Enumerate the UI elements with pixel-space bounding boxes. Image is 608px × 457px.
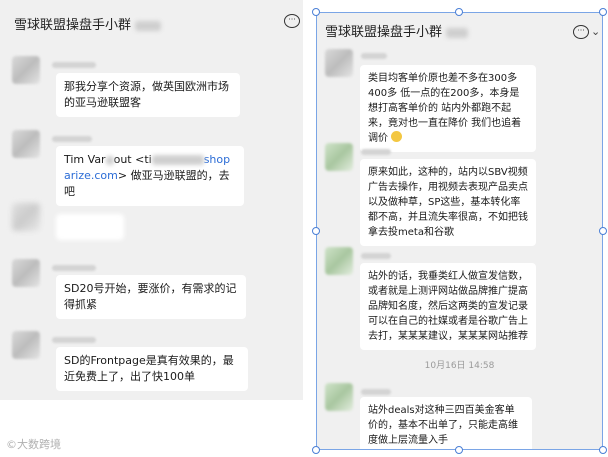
- right-chat-panel[interactable]: 雪球联盟操盘手小群 ··· ⌄ 类目均客单价原也差不多在300多400多 低一点…: [316, 12, 603, 450]
- message-bubble: 那我分享个资源，做英国欧洲市场的亚马逊联盟客: [56, 73, 240, 117]
- avatar[interactable]: [325, 49, 353, 77]
- chat-title: 雪球联盟操盘手小群: [14, 14, 162, 33]
- resize-handle[interactable]: [599, 8, 607, 16]
- nickname: [52, 265, 96, 271]
- chat-header: 雪球联盟操盘手小群 ···: [0, 0, 303, 42]
- nickname: [52, 337, 96, 343]
- chat-title: 雪球联盟操盘手小群: [325, 21, 469, 40]
- more-icon[interactable]: ···: [284, 14, 300, 28]
- message-bubble: 站外的话，我垂类红人做宣发信数，或者就是上测评网站做品牌推广提高品牌知名度，然后…: [360, 263, 536, 350]
- message-bubble: 类目均客单价原也差不多在300多400多 低一点的在200多，本身是想打高客单价…: [360, 65, 536, 152]
- message-bubble: 原来如此，这种的，站内以SBV视频广告去操作，用视频去表现产品卖点以及做种草，S…: [360, 159, 536, 246]
- message-bubble: SD20号开始，要涨价，有需求的记得抓紧: [56, 275, 246, 319]
- more-icon[interactable]: ···: [573, 25, 589, 39]
- nickname: [361, 149, 391, 155]
- left-chat-panel: 雪球联盟操盘手小群 ··· 那我分享个资源，做英国欧洲市场的亚马逊联盟客 Tim…: [0, 0, 303, 400]
- avatar[interactable]: [12, 130, 40, 158]
- avatar[interactable]: [325, 247, 353, 275]
- resize-handle[interactable]: [312, 8, 320, 16]
- avatar[interactable]: [325, 383, 353, 411]
- resize-handle[interactable]: [599, 446, 607, 454]
- nickname: [361, 389, 391, 395]
- nickname: [52, 136, 92, 142]
- timestamp: 10月16日 14:58: [424, 361, 495, 371]
- resize-handle[interactable]: [455, 8, 463, 16]
- nickname: [361, 253, 391, 259]
- avatar[interactable]: [12, 331, 40, 359]
- watermark: ©大数跨境: [6, 438, 61, 451]
- chevron-down-icon[interactable]: ⌄: [591, 25, 600, 38]
- message-bubble: SD的Frontpage是真有效果的，最近免费上了，出了快100单: [56, 347, 248, 391]
- avatar[interactable]: [12, 203, 40, 231]
- resize-handle[interactable]: [312, 446, 320, 454]
- message-bubble: Tim Var out <ti shop arize.com> 做亚马逊联盟的，去吧: [56, 146, 244, 206]
- avatar[interactable]: [12, 259, 40, 287]
- nickname: [52, 62, 96, 68]
- avatar[interactable]: [325, 143, 353, 171]
- resize-handle[interactable]: [599, 227, 607, 235]
- message-bubble: [56, 214, 124, 240]
- emoji-icon: [391, 131, 403, 142]
- resize-handle[interactable]: [312, 227, 320, 235]
- message-bubble: 站外deals对这种三四百美金客单价的，基本不出单了，只能走高维度做上层流量入手: [360, 397, 532, 449]
- avatar[interactable]: [12, 56, 40, 84]
- nickname: [361, 53, 387, 59]
- resize-handle[interactable]: [455, 446, 463, 454]
- chat-header: 雪球联盟操盘手小群 ··· ⌄: [317, 13, 602, 55]
